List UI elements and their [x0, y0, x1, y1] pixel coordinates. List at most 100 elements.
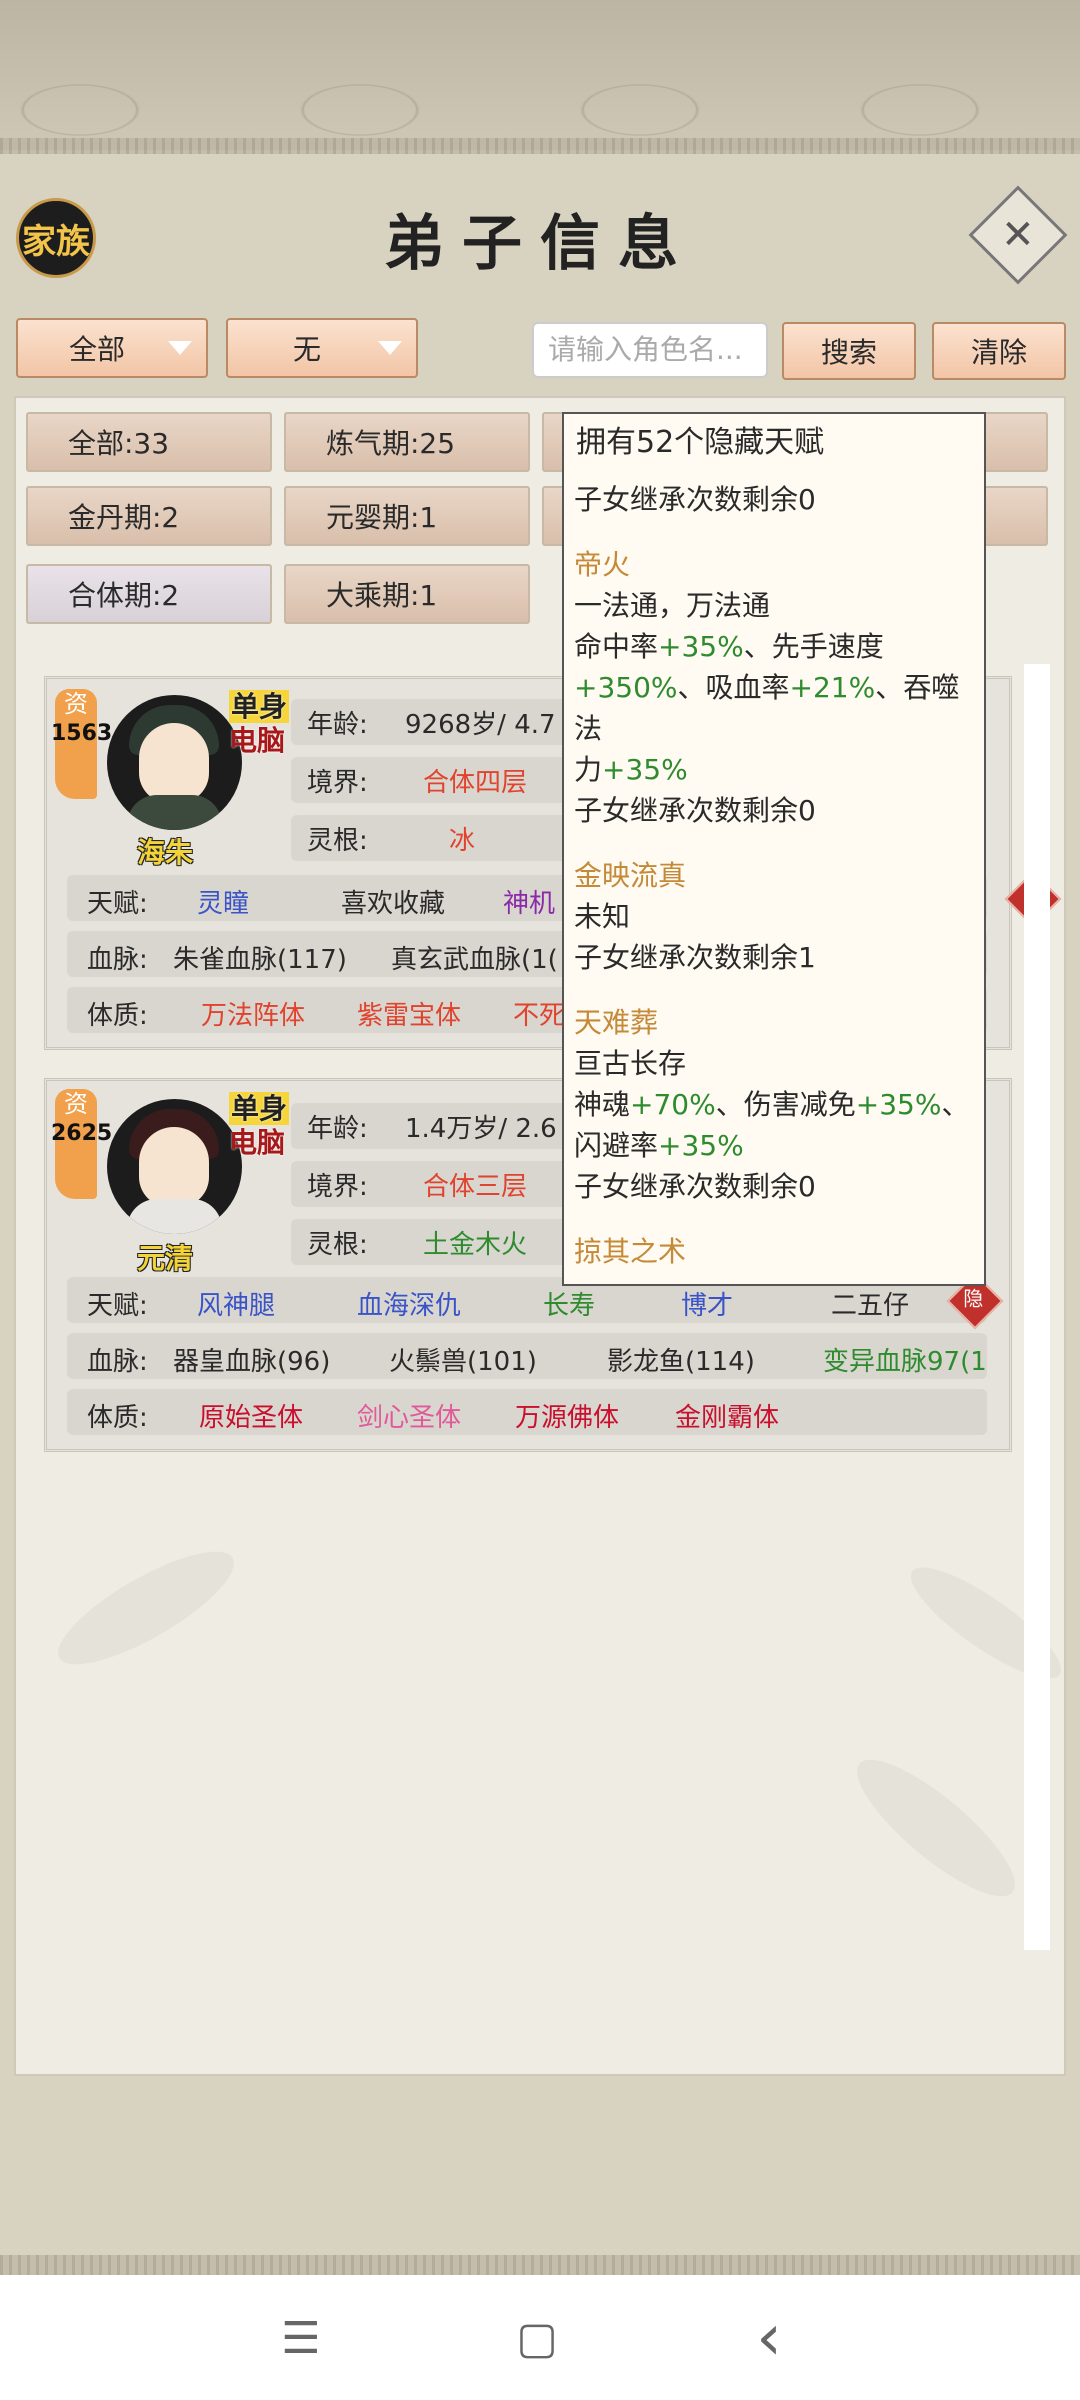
talent-name: 天难葬 [574, 1006, 659, 1039]
root-label: 灵根: [307, 825, 368, 856]
bloodline-label: 血脉: [87, 945, 148, 975]
clear-button[interactable]: 清除 [932, 322, 1066, 380]
bloodline-item[interactable]: 器皇血脉(96) [173, 1341, 330, 1378]
talent-name: 金映流真 [574, 859, 687, 892]
category-dropdown[interactable]: 全部 [16, 318, 208, 378]
top-decor-band [0, 0, 1080, 150]
disciple-name: 元清 [137, 1242, 194, 1275]
inherit-line: 子女继承次数剩余0 [574, 483, 816, 516]
inherit-line: 子女继承次数剩余0 [574, 1170, 816, 1203]
talent-item[interactable]: 灵瞳 [197, 883, 249, 920]
aptitude-value: 1563 [51, 721, 113, 746]
bamboo-leaf-decor [44, 1532, 248, 1684]
talent-desc: 未知 [574, 900, 631, 933]
realm-value: 合体四层 [423, 767, 528, 798]
torn-edge-bottom [0, 2255, 1080, 2275]
talent-item[interactable]: 喜欢收藏 [341, 883, 445, 920]
popup-header: 拥有52个隐藏天赋 [576, 425, 825, 460]
avatar-body [127, 795, 222, 830]
realm-filter-all[interactable]: 全部:33 [26, 412, 272, 472]
root-value: 冰 [449, 825, 476, 856]
controller-status: 电脑 [229, 1126, 286, 1159]
realm-filter-nascent-soul[interactable]: 元婴期:1 [284, 486, 530, 546]
hidden-badge-label: 隐 [963, 1286, 984, 1311]
torn-edge-top [0, 138, 1080, 154]
physique-item[interactable]: 不死 [513, 995, 565, 1032]
bloodline-item[interactable]: 朱雀血脉(117) [173, 939, 347, 976]
physique-item[interactable]: 万法阵体 [201, 995, 305, 1032]
talent-effect: 神魂+70%、伤害减免+35%、 [574, 1088, 970, 1121]
talent-label: 天赋: [87, 1291, 148, 1321]
marital-status: 单身 [229, 1092, 290, 1125]
avatar[interactable] [107, 1099, 242, 1234]
talent-item[interactable]: 风神腿 [197, 1285, 275, 1322]
realm-filter-golden-core[interactable]: 金丹期:2 [26, 486, 272, 546]
physique-item[interactable]: 紫雷宝体 [357, 995, 461, 1032]
root-value: 土金木火 [423, 1229, 528, 1260]
disciple-name: 海朱 [137, 836, 194, 869]
age-label: 年龄: [307, 1113, 368, 1144]
talent-name: 帝火 [574, 548, 631, 581]
aptitude-tag: 资 2625 [51, 1089, 112, 1199]
aptitude-label: 资 [64, 690, 88, 718]
talent-item[interactable]: 博才 [681, 1285, 733, 1322]
bloodline-item[interactable]: 真玄武血脉(1( [391, 939, 558, 976]
chevron-down-icon [378, 341, 402, 355]
realm-label: 境界: [307, 1171, 368, 1202]
talent-item[interactable]: 血海深仇 [357, 1285, 461, 1322]
search-input[interactable]: 请输入角色名... [532, 322, 768, 378]
close-icon: ✕ [1001, 211, 1035, 258]
bloodline-label: 血脉: [87, 1347, 148, 1377]
bamboo-leaf-decor [840, 1740, 1032, 1916]
bloodline-item[interactable]: 影龙鱼(114) [607, 1341, 755, 1378]
avatar[interactable] [107, 695, 242, 830]
aptitude-tag: 资 1563 [51, 689, 112, 799]
talent-effect: 力+35% [574, 753, 688, 786]
talent-effect: 闪避率+35% [574, 1129, 744, 1162]
controller-status: 电脑 [229, 724, 286, 757]
chevron-down-icon [168, 341, 192, 355]
search-button[interactable]: 搜索 [782, 322, 916, 380]
bloodline-row: 血脉: 器皇血脉(96) 火鬃兽(101) 影龙鱼(114) 变异血脉97(1 [67, 1333, 987, 1379]
bloodline-item[interactable]: 变异血脉97(1 [823, 1341, 987, 1378]
physique-label: 体质: [87, 1001, 148, 1031]
talent-effect: 命中率+35%、先手速度 [574, 630, 884, 663]
realm-value: 合体三层 [423, 1171, 528, 1202]
back-icon[interactable]: ‹ [734, 2301, 804, 2375]
realm-filter-fusion[interactable]: 合体期:2 [26, 564, 272, 624]
root-label: 灵根: [307, 1229, 368, 1260]
page-title: 弟子信息 [384, 209, 696, 279]
aptitude-label: 资 [64, 1090, 88, 1118]
scrollbar[interactable] [1024, 664, 1050, 1950]
realm-label: 境界: [307, 767, 368, 798]
marital-status: 单身 [229, 690, 290, 723]
age-value: 1.4万岁/ 2.6 [405, 1113, 557, 1144]
system-nav-bar: ☰ ▢ ‹ [0, 2275, 1080, 2400]
home-icon[interactable]: ▢ [502, 2303, 572, 2373]
aptitude-value: 2625 [51, 1121, 113, 1146]
age-value: 9268岁/ 4.7 [405, 709, 556, 740]
talent-item[interactable]: 二五仔 [831, 1285, 909, 1322]
hidden-talents-popup[interactable]: 拥有52个隐藏天赋 子女继承次数剩余0 帝火 一法通，万法通 命中率+35%、先… [562, 412, 986, 1286]
talent-desc: 亘古长存 [574, 1047, 687, 1080]
age-label: 年龄: [307, 709, 368, 740]
talent-item[interactable]: 长寿 [543, 1285, 595, 1322]
physique-label: 体质: [87, 1403, 148, 1433]
physique-item[interactable]: 万源佛体 [515, 1397, 619, 1434]
inherit-line: 子女继承次数剩余0 [574, 794, 816, 827]
realm-filter-mahayana[interactable]: 大乘期:1 [284, 564, 530, 624]
talent-item[interactable]: 神机 [503, 883, 555, 920]
physique-item[interactable]: 金刚霸体 [675, 1397, 779, 1434]
menu-icon[interactable]: ☰ [266, 2303, 336, 2373]
sort-dropdown[interactable]: 无 [226, 318, 418, 378]
talent-label: 天赋: [87, 889, 148, 919]
physique-item[interactable]: 剑心圣体 [357, 1397, 461, 1434]
physique-row: 体质: 原始圣体 剑心圣体 万源佛体 金刚霸体 [67, 1389, 987, 1435]
avatar-face [139, 1127, 209, 1207]
realm-filter-qi[interactable]: 炼气期:25 [284, 412, 530, 472]
physique-item[interactable]: 原始圣体 [199, 1397, 303, 1434]
talent-effect: +350%、吸血率+21%、吞噬法 [574, 671, 960, 745]
avatar-body [127, 1199, 222, 1234]
inherit-line: 子女继承次数剩余1 [574, 941, 816, 974]
bloodline-item[interactable]: 火鬃兽(101) [389, 1341, 537, 1378]
